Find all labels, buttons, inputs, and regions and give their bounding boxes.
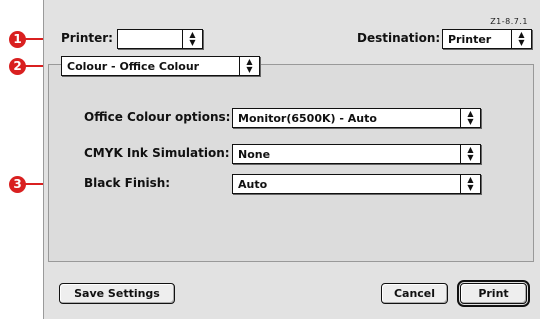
panel-popup[interactable]: Colour - Office Colour ▲ ▼: [61, 56, 260, 76]
version-label: Z1-8.7.1: [490, 17, 528, 26]
updown-arrows-icon: ▲ ▼: [182, 30, 202, 48]
printer-label: Printer:: [61, 31, 113, 45]
destination-popup-value: Printer: [448, 33, 492, 46]
updown-arrows-icon: ▲ ▼: [460, 145, 480, 163]
office-colour-options-value: Monitor(6500K) - Auto: [238, 112, 377, 125]
updown-arrows-icon: ▲ ▼: [460, 109, 480, 127]
cmyk-ink-simulation-label: CMYK Ink Simulation:: [84, 146, 230, 160]
office-colour-options-label: Office Colour options:: [84, 110, 231, 124]
print-button[interactable]: Print: [460, 283, 527, 304]
office-colour-options-popup[interactable]: Monitor(6500K) - Auto ▲ ▼: [232, 108, 481, 128]
print-dialog: Z1-8.7.1 Printer: ▲ ▼ Destination: Printe…: [43, 0, 540, 319]
destination-label: Destination:: [357, 31, 441, 45]
black-finish-value: Auto: [238, 178, 268, 191]
cmyk-ink-simulation-popup[interactable]: None ▲ ▼: [232, 144, 481, 164]
updown-arrows-icon: ▲ ▼: [239, 57, 259, 75]
destination-popup[interactable]: Printer ▲ ▼: [442, 29, 532, 49]
black-finish-popup[interactable]: Auto ▲ ▼: [232, 174, 481, 194]
save-settings-button[interactable]: Save Settings: [59, 283, 175, 304]
panel-popup-value: Colour - Office Colour: [67, 60, 200, 73]
updown-arrows-icon: ▲ ▼: [511, 30, 531, 48]
updown-arrows-icon: ▲ ▼: [460, 175, 480, 193]
cmyk-ink-simulation-value: None: [238, 148, 271, 161]
black-finish-label: Black Finish:: [84, 176, 171, 190]
printer-popup[interactable]: ▲ ▼: [117, 29, 203, 49]
cancel-button[interactable]: Cancel: [381, 283, 448, 304]
